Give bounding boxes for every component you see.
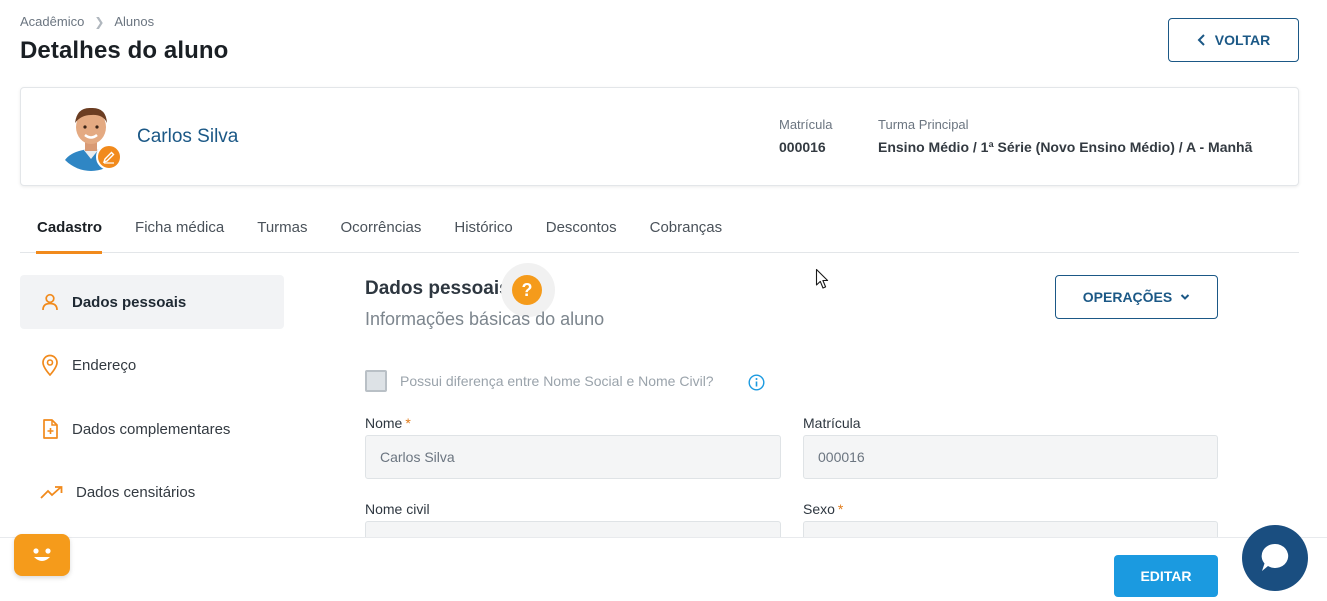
tab-turmas[interactable]: Turmas xyxy=(240,207,323,253)
sexo-label: Sexo * xyxy=(803,501,844,517)
nome-civil-label: Nome civil xyxy=(365,501,430,517)
required-mark: * xyxy=(405,415,411,431)
operations-button[interactable]: OPERAÇÕES xyxy=(1055,275,1218,319)
sidebar-item-dados-complementares[interactable]: Dados complementares xyxy=(20,402,284,456)
turma-principal-label: Turma Principal xyxy=(878,117,969,132)
chevron-right-icon: ❯ xyxy=(94,14,105,29)
sidebar-item-label: Dados censitários xyxy=(76,483,196,501)
pencil-icon xyxy=(102,151,115,164)
tab-cadastro[interactable]: Cadastro xyxy=(20,207,118,254)
help-icon[interactable]: ? xyxy=(512,275,542,305)
matricula-field-label: Matrícula xyxy=(803,415,861,431)
nome-label: Nome * xyxy=(365,415,411,431)
back-button-label: VOLTAR xyxy=(1214,32,1271,48)
sidebar-item-dados-pessoais[interactable]: Dados pessoais xyxy=(20,275,284,329)
section-subtitle: Informações básicas do aluno xyxy=(365,309,605,329)
sidebar-item-label: Dados complementares xyxy=(72,420,231,438)
social-name-checkbox[interactable] xyxy=(365,370,387,392)
chat-bubble-icon xyxy=(1261,543,1289,571)
tab-ocorrencias[interactable]: Ocorrências xyxy=(324,207,438,253)
sidebar-item-label: Endereço xyxy=(72,356,137,374)
matricula-label: Matrícula xyxy=(779,117,833,132)
page-title: Detalhes do aluno xyxy=(20,37,229,64)
nome-field[interactable]: Carlos Silva xyxy=(365,435,781,479)
back-button[interactable]: VOLTAR xyxy=(1168,18,1299,62)
tab-bar: Cadastro Ficha médica Turmas Ocorrências… xyxy=(20,207,1299,254)
edit-photo-button[interactable] xyxy=(96,144,122,170)
chevron-down-icon xyxy=(1181,294,1190,300)
tab-descontos[interactable]: Descontos xyxy=(529,207,633,253)
smiley-bot-icon xyxy=(33,548,51,561)
user-icon xyxy=(42,293,58,311)
required-mark: * xyxy=(837,501,844,517)
trending-up-icon xyxy=(40,486,63,499)
info-icon[interactable] xyxy=(748,374,765,391)
student-name: Carlos Silva xyxy=(137,126,239,147)
document-plus-icon xyxy=(43,419,58,439)
student-card: Carlos Silva Matrícula 000016 Turma Prin… xyxy=(20,87,1299,186)
edit-button[interactable]: EDITAR xyxy=(1114,555,1218,597)
matricula-value: 000016 xyxy=(779,139,826,155)
sidebar-item-dados-censitarios[interactable]: Dados censitários xyxy=(20,465,284,519)
section-title: Dados pessoais xyxy=(365,278,510,299)
chat-button[interactable] xyxy=(1242,525,1308,591)
bot-widget[interactable] xyxy=(14,534,70,576)
operations-button-label: OPERAÇÕES xyxy=(1082,289,1173,305)
mouse-cursor-icon xyxy=(815,268,829,289)
matricula-field[interactable]: 000016 xyxy=(803,435,1218,479)
breadcrumb-item-academico[interactable]: Acadêmico xyxy=(20,14,84,29)
tab-historico[interactable]: Histórico xyxy=(437,207,528,253)
location-pin-icon xyxy=(42,354,58,376)
sidebar-item-label: Dados pessoais xyxy=(72,293,187,311)
social-name-checkbox-label: Possui diferença entre Nome Social e Nom… xyxy=(400,373,714,389)
breadcrumb-item-alunos[interactable]: Alunos xyxy=(114,14,154,29)
tab-ficha-medica[interactable]: Ficha médica xyxy=(118,207,240,253)
chevron-left-icon xyxy=(1197,34,1205,46)
sidebar-item-endereco[interactable]: Endereço xyxy=(20,338,284,392)
breadcrumb: Acadêmico ❯ Alunos xyxy=(20,14,154,29)
tab-cobrancas[interactable]: Cobranças xyxy=(633,207,739,253)
turma-principal-value: Ensino Médio / 1ª Série (Novo Ensino Méd… xyxy=(878,139,1253,155)
